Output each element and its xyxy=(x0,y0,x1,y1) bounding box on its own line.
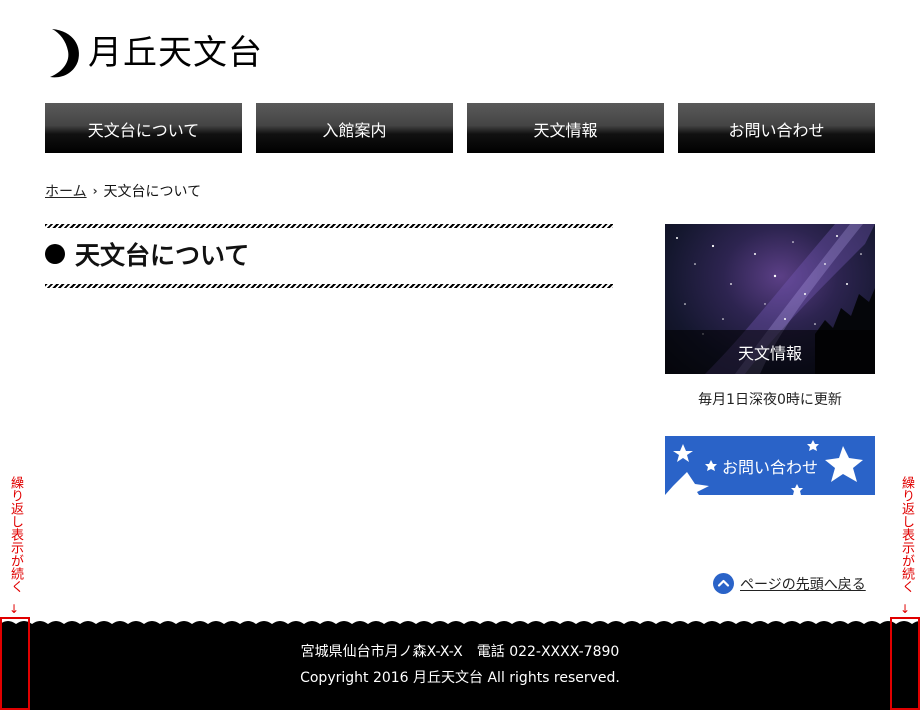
page-title-text: 天文台について xyxy=(75,241,250,270)
breadcrumb-home-link[interactable]: ホーム xyxy=(45,181,87,201)
repeat-area-left xyxy=(0,617,30,710)
site-footer: 宮城県仙台市月ノ森X-X-X 電話 022-XXXX-7890 Copyrigh… xyxy=(0,628,920,710)
repeat-area-right xyxy=(890,617,920,710)
contact-banner-label: お問い合わせ xyxy=(721,457,818,477)
back-to-top-label: ページの先頭へ戻る xyxy=(740,576,866,593)
contact-banner[interactable]: お問い合わせ xyxy=(665,436,875,495)
crescent-moon-icon xyxy=(50,29,79,78)
page-title: 天文台について xyxy=(45,238,249,270)
nav-item-contact[interactable]: お問い合わせ xyxy=(678,103,875,153)
chevron-right-icon: › xyxy=(92,184,98,198)
title-rule-bottom xyxy=(45,284,613,288)
astronomy-info-banner[interactable]: 天文情報 xyxy=(665,224,875,374)
chevron-up-circle-icon xyxy=(713,573,734,594)
title-rule-top xyxy=(45,224,613,228)
footer-address: 宮城県仙台市月ノ森X-X-X 電話 022-XXXX-7890 xyxy=(300,644,620,660)
nav-item-admission[interactable]: 入館案内 xyxy=(256,103,453,153)
bullet-dot-icon xyxy=(45,244,65,264)
arrow-down-icon: ↓ xyxy=(8,602,20,616)
repeat-note-right: 繰り返し表示が続く xyxy=(899,476,914,593)
arrow-down-icon: ↓ xyxy=(899,602,911,616)
site-title: 月丘天文台 xyxy=(88,33,263,73)
back-to-top-link[interactable]: ページの先頭へ戻る xyxy=(713,573,866,594)
nav-item-astronomy-info[interactable]: 天文情報 xyxy=(467,103,664,153)
breadcrumb-current: 天文台について xyxy=(103,184,202,200)
update-note: 毎月1日深夜0時に更新 xyxy=(698,392,842,408)
nav-item-about[interactable]: 天文台について xyxy=(45,103,242,153)
footer-copyright: Copyright 2016 月丘天文台 All rights reserved… xyxy=(300,670,620,686)
astronomy-info-banner-label: 天文情報 xyxy=(665,330,875,374)
breadcrumb: ホーム › 天文台について xyxy=(45,181,201,201)
global-nav: 天文台について 入館案内 天文情報 お問い合わせ xyxy=(45,103,875,153)
site-logo[interactable]: 月丘天文台 xyxy=(44,27,263,79)
repeat-note-left: 繰り返し表示が続く xyxy=(8,476,23,593)
